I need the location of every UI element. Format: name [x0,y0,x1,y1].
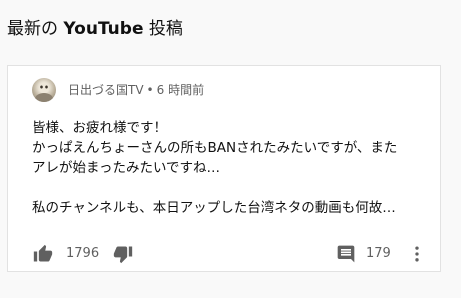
meta-separator: • [146,83,154,97]
channel-avatar[interactable] [32,78,56,102]
comment-icon [337,245,355,263]
channel-name[interactable]: 日出づる国TV [68,83,144,97]
more-vertical-icon [415,246,419,262]
more-options-button[interactable] [406,243,428,265]
post-line: 皆様、お疲れ様です！ [32,120,167,136]
thumbs-down-icon [113,246,133,264]
post-line: 私のチャンネルも、本日アップした台湾ネタの動画も何故… [32,200,396,216]
section-title-prefix: 最新の [7,19,58,39]
comment-button[interactable] [335,243,357,265]
post-time[interactable]: 6 時間前 [157,83,204,97]
avatar-image [35,82,53,102]
post-line [32,178,420,198]
section-title-brand: YouTube [63,19,144,39]
post-line: アレが始まったみたいですね… [32,160,221,176]
comment-count: 179 [366,246,391,261]
section-title-suffix: 投稿 [148,19,183,39]
section-title: 最新の YouTube 投稿 [7,17,183,41]
post-actions: 1796 179 [32,243,419,265]
like-count: 1796 [66,246,100,261]
post-body[interactable]: 皆様、お疲れ様です！ かっぱえんちょーさんの所もBANされたみたいですが、また … [32,118,420,218]
dislike-button[interactable] [112,243,134,265]
post-line: かっぱえんちょーさんの所もBANされたみたいですが、また [32,140,398,156]
like-button[interactable] [32,243,54,265]
community-post-card: 日出づる国TV • 6 時間前 皆様、お疲れ様です！ かっぱえんちょーさんの所もBA… [7,65,441,272]
thumbs-up-icon [33,244,53,262]
post-meta: 日出づる国TV • 6 時間前 [68,82,204,98]
